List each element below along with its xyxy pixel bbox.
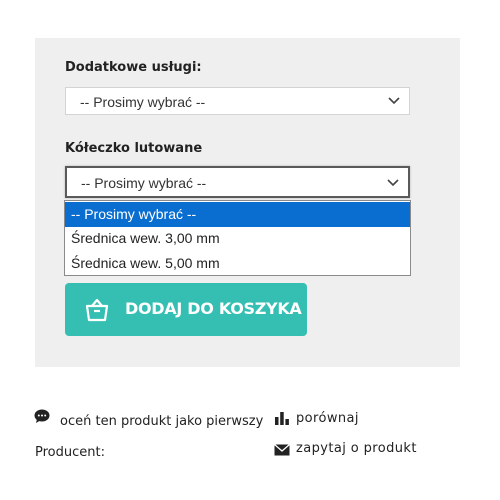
review-link[interactable]: oceń ten produkt jako pierwszy — [60, 414, 263, 429]
ring-selected-value: -- Prosimy wybrać -- — [81, 175, 207, 191]
envelope-icon — [274, 444, 290, 456]
chevron-down-icon — [388, 97, 400, 105]
ask-link[interactable]: zapytaj o produkt — [296, 441, 417, 456]
add-to-cart-button[interactable]: DODAJ DO KOSZYKA — [65, 283, 307, 336]
services-selected-value: -- Prosimy wybrać -- — [80, 94, 206, 110]
chevron-down-icon — [387, 179, 399, 187]
dropdown-option[interactable]: -- Prosimy wybrać -- — [65, 202, 410, 227]
services-label: Dodatkowe usługi: — [65, 60, 202, 75]
ring-options-dropdown[interactable]: -- Prosimy wybrać -- Średnica wew. 3,00 … — [64, 200, 411, 276]
ring-label: Kółeczko lutowane — [65, 141, 203, 156]
comment-icon — [34, 409, 50, 423]
shopping-basket-icon — [85, 298, 109, 322]
add-to-cart-label: DODAJ DO KOSZYKA — [125, 299, 302, 318]
bar-chart-icon — [275, 412, 289, 425]
compare-link[interactable]: porównaj — [296, 411, 359, 426]
services-select[interactable]: -- Prosimy wybrać -- — [65, 87, 410, 115]
producer-label: Producent: — [35, 445, 105, 460]
ring-select[interactable]: -- Prosimy wybrać -- — [65, 166, 410, 198]
dropdown-option[interactable]: Średnica wew. 3,00 mm — [65, 226, 410, 251]
dropdown-option[interactable]: Średnica wew. 5,00 mm — [65, 251, 410, 276]
